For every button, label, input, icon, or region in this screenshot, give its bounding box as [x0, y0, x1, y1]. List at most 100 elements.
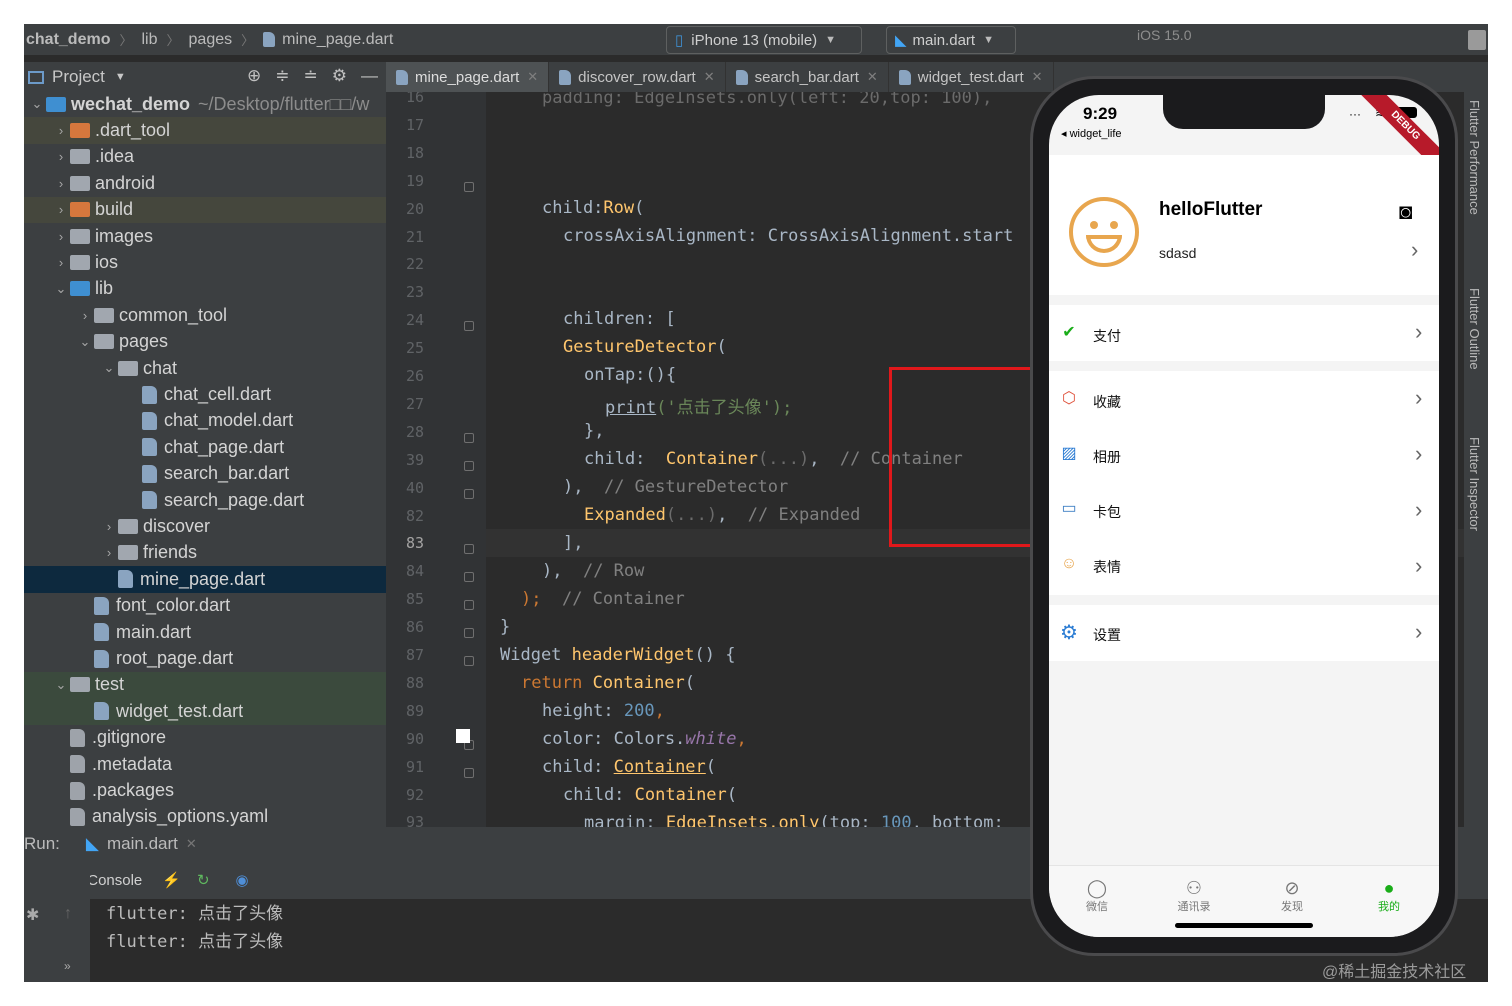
device-selector[interactable]: ▯ iPhone 13 (mobile) ▼ — [666, 26, 862, 54]
tree-item[interactable]: › .idea — [24, 144, 386, 170]
breadcrumb-pages[interactable]: pages — [189, 31, 233, 49]
tree-item[interactable]: › discover — [24, 513, 386, 539]
chevron-down-icon[interactable]: ⌄ — [100, 360, 118, 376]
chevron-right-icon[interactable]: › — [52, 149, 70, 164]
editor-tab[interactable]: search_bar.dart ✕ — [726, 62, 889, 92]
close-icon[interactable]: ✕ — [867, 69, 878, 85]
fold-marker-icon[interactable] — [464, 628, 474, 639]
tree-item[interactable]: chat_model.dart — [24, 408, 386, 434]
close-icon[interactable]: ✕ — [527, 69, 538, 85]
tree-item[interactable]: ⌄ lib — [24, 276, 386, 302]
chevron-down-icon[interactable]: ⌄ — [28, 96, 46, 112]
chevron-right-icon[interactable]: › — [52, 202, 70, 217]
close-icon[interactable]: ✕ — [1032, 69, 1043, 85]
fold-marker-icon[interactable] — [464, 767, 474, 778]
up-arrow-icon[interactable]: ↑ — [64, 905, 72, 923]
tree-item[interactable]: ⌄ pages — [24, 329, 386, 355]
breadcrumb-file[interactable]: mine_page.dart — [282, 31, 393, 49]
close-icon[interactable]: ✕ — [186, 836, 197, 852]
menu-cell-pay[interactable]: ✔ 支付 › — [1049, 305, 1439, 361]
user-icon[interactable] — [1468, 30, 1486, 50]
project-panel-title[interactable]: Project — [52, 67, 105, 87]
editor-tab[interactable]: discover_row.dart ✕ — [549, 62, 726, 92]
tree-item[interactable]: chat_page.dart — [24, 434, 386, 460]
tree-item[interactable]: ⌄ wechat_demo ~/Desktop/flutter□□/w — [24, 92, 386, 117]
profile-header[interactable]: ◙ helloFlutter sdasd › — [1049, 155, 1439, 295]
gear-icon[interactable]: ⚙ — [332, 66, 347, 86]
chevron-right-icon[interactable]: › — [100, 519, 118, 534]
fold-marker-icon[interactable] — [464, 544, 474, 555]
fold-marker-icon[interactable] — [464, 488, 474, 499]
menu-cell-card[interactable]: ▭ 卡包 › — [1049, 483, 1439, 539]
locate-icon[interactable]: ⊕ — [247, 66, 261, 86]
camera-icon[interactable]: ◙ — [1399, 199, 1412, 225]
breadcrumb-project[interactable]: chat_demo — [26, 31, 110, 49]
tree-item[interactable]: chat_cell.dart — [24, 381, 386, 407]
chevron-down-icon[interactable]: ▼ — [115, 71, 126, 83]
tree-item[interactable]: .gitignore — [24, 725, 386, 751]
tree-item[interactable]: ⌄ chat — [24, 355, 386, 381]
chevron-right-icon[interactable]: › — [52, 229, 70, 244]
tab-me[interactable]: ● 我的 — [1359, 878, 1419, 914]
fold-marker-icon[interactable] — [464, 572, 474, 583]
chevron-right-icon[interactable]: › — [52, 255, 70, 270]
flutter-performance-tab[interactable]: Flutter Performance — [1467, 100, 1482, 215]
tree-item[interactable]: analysis_options.yaml — [24, 804, 386, 827]
more-icon[interactable]: » — [64, 959, 71, 973]
tree-item[interactable]: .packages — [24, 777, 386, 803]
flutter-inspector-tab[interactable]: Flutter Inspector — [1467, 437, 1482, 531]
fold-marker-icon[interactable] — [464, 321, 474, 332]
chevron-right-icon[interactable]: › — [52, 123, 70, 138]
chevron-down-icon[interactable]: ⌄ — [52, 281, 70, 297]
tree-item[interactable]: ⌄ test — [24, 671, 386, 699]
tree-item[interactable]: › images — [24, 223, 386, 249]
tree-item[interactable]: › .dart_tool — [24, 117, 386, 144]
chevron-right-icon[interactable]: › — [100, 545, 118, 560]
tree-item[interactable]: main.dart — [24, 619, 386, 645]
tree-item[interactable]: search_bar.dart — [24, 461, 386, 487]
tab-discover[interactable]: ⊘ 发现 — [1262, 878, 1322, 914]
flutter-outline-tab[interactable]: Flutter Outline — [1467, 288, 1482, 370]
collapse-all-icon[interactable]: ≐ — [304, 66, 318, 86]
tree-item[interactable]: › build — [24, 196, 386, 223]
tree-item[interactable]: search_page.dart — [24, 487, 386, 513]
editor-tab[interactable]: mine_page.dart ✕ — [386, 62, 550, 92]
chevron-down-icon[interactable]: ⌄ — [76, 334, 94, 350]
editor-tab[interactable]: widget_test.dart ✕ — [889, 62, 1054, 92]
tree-item[interactable]: › android — [24, 170, 386, 196]
hot-restart-icon[interactable]: ↻ — [197, 871, 210, 889]
tree-item[interactable]: widget_test.dart — [24, 698, 386, 725]
tree-item[interactable]: › common_tool — [24, 302, 386, 328]
chevron-down-icon[interactable]: ⌄ — [52, 677, 70, 693]
menu-cell-album[interactable]: ▨ 相册 › — [1049, 427, 1439, 483]
fold-marker-icon[interactable] — [464, 432, 474, 443]
console-tab[interactable]: Console — [87, 872, 142, 889]
pin-icon[interactable]: ✱ — [26, 905, 39, 925]
devtools-icon[interactable]: ◉ — [236, 871, 249, 889]
tree-item[interactable]: › friends — [24, 540, 386, 566]
fold-marker-icon[interactable] — [464, 181, 474, 192]
menu-cell-emoji[interactable]: ☺ 表情 › — [1049, 539, 1439, 595]
fold-marker-icon[interactable] — [464, 600, 474, 611]
hide-icon[interactable]: — — [361, 66, 378, 86]
tab-chat[interactable]: ◯ 微信 — [1067, 878, 1127, 914]
chevron-right-icon[interactable]: › — [76, 308, 94, 323]
fold-marker-icon[interactable] — [464, 460, 474, 471]
run-config-selector[interactable]: ◣ main.dart ▼ — [886, 26, 1016, 54]
menu-cell-settings[interactable]: ⚙ 设置 › — [1049, 605, 1439, 661]
close-icon[interactable]: ✕ — [704, 69, 715, 85]
tree-item[interactable]: font_color.dart — [24, 593, 386, 619]
run-config-tab[interactable]: main.dart — [107, 834, 178, 854]
avatar[interactable] — [1069, 197, 1139, 267]
tree-item[interactable]: › ios — [24, 249, 386, 275]
fold-marker-icon[interactable] — [464, 656, 474, 666]
tree-item[interactable]: .metadata — [24, 751, 386, 777]
tree-item[interactable]: root_page.dart — [24, 645, 386, 671]
menu-cell-favorite[interactable]: ⬡ 收藏 › — [1049, 371, 1439, 427]
back-to-app-link[interactable]: ◂ widget_life — [1061, 127, 1122, 140]
breadcrumb-lib[interactable]: lib — [141, 31, 157, 49]
chevron-right-icon[interactable]: › — [52, 176, 70, 191]
tree-item[interactable]: mine_page.dart — [24, 566, 386, 593]
hot-reload-icon[interactable]: ⚡ — [162, 871, 181, 889]
tab-contacts[interactable]: ⚇ 通讯录 — [1164, 878, 1224, 914]
